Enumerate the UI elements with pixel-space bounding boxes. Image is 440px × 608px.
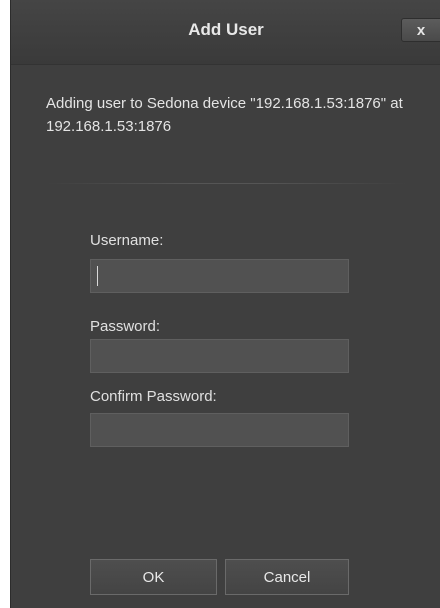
dialog-title: Add User [188,20,264,39]
ok-button[interactable]: OK [90,559,217,595]
password-field[interactable] [90,339,349,373]
username-label: Username: [90,232,164,249]
device-message: Adding user to Sedona device "192.168.1.… [46,95,403,135]
close-icon: x [416,21,426,39]
ok-button-label: OK [142,568,165,586]
dialog-titlebar: Add User x [11,0,440,65]
password-label: Password: [90,318,161,335]
cancel-button[interactable]: Cancel [225,559,349,595]
confirm-password-field[interactable] [90,413,349,447]
close-button[interactable]: x [401,18,440,42]
username-field[interactable] [90,259,349,293]
separator [46,183,406,184]
cancel-button-label: Cancel [263,568,311,586]
text-caret [97,266,98,286]
add-user-dialog: Add User x Adding user to Sedona device … [10,0,440,608]
confirm-password-label: Confirm Password: [90,388,217,405]
